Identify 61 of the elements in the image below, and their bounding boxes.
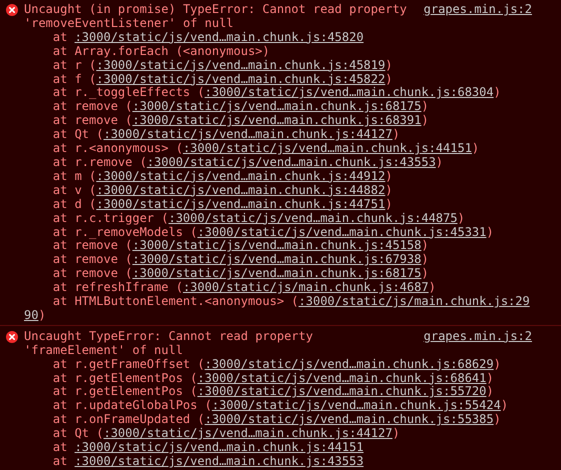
file-link[interactable]: :3000/static/js/vend…main.chunk.js:55424 — [212, 398, 501, 412]
stack-frame: at refreshIframe (:3000/static/js/main.chunk.js:4687) — [24, 281, 436, 296]
file-link[interactable]: :3000/static/js/vend…main.chunk.js:45331 — [197, 224, 486, 238]
stack-frame: at :3000/static/js/vend…main.chunk.js:45820 — [24, 30, 364, 45]
file-link[interactable]: :3000/static/js/vend…main.chunk.js:44127 — [103, 426, 392, 440]
file-link[interactable]: :3000/static/js/main.chunk.js:29 — [298, 294, 530, 308]
stack-frame: at r (:3000/static/js/vend…main.chunk.js:45819) — [24, 58, 392, 73]
file-link[interactable]: :3000/static/js/vend…main.chunk.js:55385 — [204, 412, 494, 426]
stack-frame: at remove (:3000/static/js/vend…main.chunk.js:68391) — [24, 114, 429, 128]
error-icon — [6, 330, 18, 343]
stack-frame: at d (:3000/static/js/vend…main.chunk.js:44751) — [24, 198, 392, 212]
file-link[interactable]: :3000/static/js/vend…main.chunk.js:44151 — [182, 141, 472, 156]
file-link[interactable]: :3000/static/js/vend…main.chunk.js:55720 — [197, 384, 486, 398]
file-link[interactable]: :3000/static/js/vend…main.chunk.js:45822 — [96, 72, 386, 86]
stack-frame: at :3000/static/js/vend…main.chunk.js:44151 — [24, 441, 364, 455]
stack-frame: at r.<anonymous> (:3000/static/js/vend…main.chunk.js:44151) — [24, 142, 480, 156]
stack-frame: at r._toggleEffects (:3000/static/js/vend…main.chunk.js:68304) — [24, 86, 501, 100]
stack-frame: at Qt (:3000/static/js/vend…main.chunk.js:44127) — [24, 128, 400, 142]
file-link[interactable]: :3000/static/js/vend…main.chunk.js:44751 — [96, 196, 386, 211]
file-link[interactable]: :3000/static/js/vend…main.chunk.js:67938 — [132, 252, 422, 266]
stack-frame: at Qt (:3000/static/js/vend…main.chunk.js:44127) — [24, 427, 400, 442]
stack-frame: at remove (:3000/static/js/vend…main.chunk.js:68175) — [24, 267, 429, 282]
source-link[interactable]: grapes.min.js:2 — [424, 3, 532, 17]
file-link[interactable]: :3000/static/js/vend…main.chunk.js:45820 — [74, 30, 364, 44]
stack-frame: at r.getFrameOffset (:3000/static/js/vend…main.chunk.js:68629) — [24, 358, 501, 372]
stack-frame: at r.updateGlobalPos (:3000/static/js/vend…main.chunk.js:55424) — [24, 399, 508, 414]
file-link[interactable]: :3000/static/js/vend…main.chunk.js:68629 — [204, 356, 494, 371]
stack-frame: at remove (:3000/static/js/vend…main.chunk.js:67938) — [24, 253, 429, 268]
file-link[interactable]: :3000/static/js/vend…main.chunk.js:44151 — [74, 440, 364, 454]
file-link[interactable]: :3000/static/js/vend…main.chunk.js:43553 — [146, 154, 436, 169]
error-icon — [6, 4, 18, 16]
stack-frame: at remove (:3000/static/js/vend…main.chunk.js:45158) — [24, 239, 429, 254]
stack-frame: at v (:3000/static/js/vend…main.chunk.js:44882) — [24, 184, 392, 198]
stack-frame: at r.remove (:3000/static/js/vend…main.chunk.js:43553) — [24, 156, 444, 170]
stack-frame: at r.onFrameUpdated (:3000/static/js/vend…main.chunk.js:55385) — [24, 413, 501, 428]
stack-frame: at r.getElementPos (:3000/static/js/vend…main.chunk.js:68641) — [24, 372, 494, 386]
file-link[interactable]: :3000/static/js/vend…main.chunk.js:68391 — [132, 113, 422, 128]
stack-frame: at :3000/static/js/vend…main.chunk.js:43553 — [24, 455, 364, 469]
file-link[interactable]: :3000/static/js/vend…main.chunk.js:45158 — [132, 238, 422, 252]
file-link[interactable]: :3000/static/js/vend…main.chunk.js:68175 — [132, 266, 422, 280]
source-link[interactable]: grapes.min.js:2 — [424, 330, 532, 344]
stack-frame: at r.c.trigger (:3000/static/js/vend…main.chunk.js:44875) — [24, 212, 465, 226]
stack-frame: 90) — [24, 308, 46, 323]
file-link[interactable]: :3000/static/js/vend…main.chunk.js:44875 — [168, 210, 458, 225]
file-link[interactable]: :3000/static/js/vend…main.chunk.js:68641 — [197, 370, 486, 385]
file-link[interactable]: :3000/static/js/vend…main.chunk.js:44912 — [96, 168, 386, 183]
stack-frame: at remove (:3000/static/js/vend…main.chunk.js:68175) — [24, 100, 429, 114]
stack-frame: at Array.forEach (<anonymous>) — [24, 44, 270, 59]
file-link[interactable]: :3000/static/js/vend…main.chunk.js:43553 — [74, 454, 364, 468]
stack-frame: at r.getElementPos (:3000/static/js/vend…main.chunk.js:55720) — [24, 385, 494, 400]
file-link[interactable]: 90 — [24, 308, 38, 322]
file-link[interactable]: :3000/static/js/vend…main.chunk.js:45819 — [96, 58, 386, 72]
file-link[interactable]: :3000/static/js/vend…main.chunk.js:68175 — [132, 99, 422, 114]
file-link[interactable]: :3000/static/js/vend…main.chunk.js:44882 — [96, 182, 386, 197]
stack-frame: at r._removeModels (:3000/static/js/vend…main.chunk.js:45331) — [24, 226, 494, 240]
file-link[interactable]: :3000/static/js/vend…main.chunk.js:68304 — [204, 85, 494, 100]
stack-frame: at f (:3000/static/js/vend…main.chunk.js:45822) — [24, 72, 392, 86]
stack-frame: at HTMLButtonElement.<anonymous> (:3000/static/js/main.chunk.js:29 — [24, 295, 530, 309]
file-link[interactable]: :3000/static/js/vend…main.chunk.js:44127 — [103, 127, 392, 142]
file-link[interactable]: :3000/static/js/main.chunk.js:4687 — [182, 280, 429, 294]
stack-frame: at m (:3000/static/js/vend…main.chunk.js:44912) — [24, 170, 392, 184]
